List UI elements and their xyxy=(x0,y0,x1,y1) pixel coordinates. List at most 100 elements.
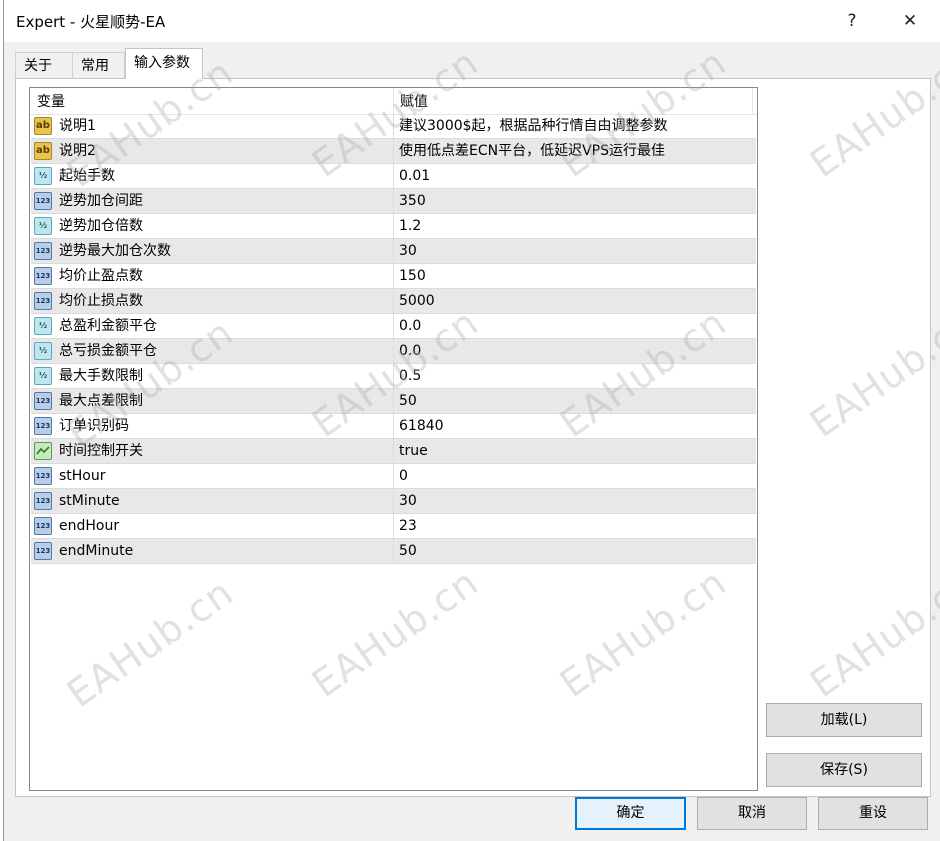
parameter-name: 说明2 xyxy=(59,143,96,159)
column-divider xyxy=(393,289,394,314)
column-divider xyxy=(393,439,394,464)
parameter-name: 总盈利金额平仓 xyxy=(59,318,157,334)
expert-dialog: Expert - 火星顺势-EA ? ✕ 关于 常用 输入参数 变量 赋值 ab… xyxy=(3,0,940,841)
parameter-value[interactable]: 0.0 xyxy=(399,339,421,364)
table-row[interactable]: ab 说明1 建议3000$起，根据品种行情自由调整参数 xyxy=(31,114,756,139)
tab-inputs[interactable]: 输入参数 xyxy=(125,48,203,79)
parameter-name: 说明1 xyxy=(59,118,96,134)
table-row[interactable]: 123 endHour 23 xyxy=(31,514,756,539)
parameter-value[interactable]: 0 xyxy=(399,464,408,489)
column-divider xyxy=(393,239,394,264)
column-divider xyxy=(393,464,394,489)
parameter-value[interactable]: 50 xyxy=(399,389,417,414)
table-row[interactable]: 123 endMinute 50 xyxy=(31,539,756,564)
parameter-name: 最大点差限制 xyxy=(59,393,143,409)
help-icon[interactable]: ? xyxy=(834,6,870,36)
parameter-value[interactable]: 0.01 xyxy=(399,164,430,189)
column-divider xyxy=(393,189,394,214)
parameter-value[interactable]: 50 xyxy=(399,539,417,564)
table-row[interactable]: 123 stMinute 30 xyxy=(31,489,756,514)
integer-icon: 123 xyxy=(34,267,52,285)
integer-icon: 123 xyxy=(34,192,52,210)
table-row[interactable]: 123 逆势最大加仓次数 30 xyxy=(31,239,756,264)
table-row[interactable]: ½ 最大手数限制 0.5 xyxy=(31,364,756,389)
parameter-value[interactable]: 建议3000$起，根据品种行情自由调整参数 xyxy=(399,114,668,139)
parameter-name: 逆势加仓间距 xyxy=(59,193,143,209)
parameter-value[interactable]: 150 xyxy=(399,264,426,289)
window-title: Expert - 火星顺势-EA xyxy=(16,13,166,31)
table-row[interactable]: ½ 起始手数 0.01 xyxy=(31,164,756,189)
header-value[interactable]: 赋值 xyxy=(393,88,428,114)
column-divider xyxy=(393,339,394,364)
table-row[interactable]: 123 最大点差限制 50 xyxy=(31,389,756,414)
parameter-name: endHour xyxy=(59,518,120,534)
title-bar: Expert - 火星顺势-EA ? ✕ xyxy=(4,0,940,42)
string-icon: ab xyxy=(34,142,52,160)
save-button[interactable]: 保存(S) xyxy=(766,753,922,787)
parameter-name: 均价止损点数 xyxy=(59,293,143,309)
header-variable[interactable]: 变量 xyxy=(30,88,65,114)
cancel-button[interactable]: 取消 xyxy=(697,797,807,830)
column-divider xyxy=(393,114,394,139)
table-row[interactable]: 123 均价止盈点数 150 xyxy=(31,264,756,289)
parameter-name: 起始手数 xyxy=(59,168,115,184)
tab-about[interactable]: 关于 xyxy=(15,52,73,78)
string-icon: ab xyxy=(34,117,52,135)
ok-button[interactable]: 确定 xyxy=(575,797,686,830)
parameters-table[interactable]: 变量 赋值 ab 说明1 建议3000$起，根据品种行情自由调整参数 ab 说明2 使用低… xyxy=(29,87,758,791)
parameter-value[interactable]: 30 xyxy=(399,489,417,514)
integer-icon: 123 xyxy=(34,392,52,410)
parameter-name: stMinute xyxy=(59,493,120,509)
parameter-name: 逆势加仓倍数 xyxy=(59,218,143,234)
integer-icon: 123 xyxy=(34,492,52,510)
column-divider xyxy=(393,539,394,564)
table-row[interactable]: 时间控制开关 true xyxy=(31,439,756,464)
integer-icon: 123 xyxy=(34,292,52,310)
column-divider xyxy=(393,164,394,189)
parameter-value[interactable]: 1.2 xyxy=(399,214,421,239)
tab-common[interactable]: 常用 xyxy=(72,52,125,78)
double-icon: ½ xyxy=(34,167,52,185)
parameter-value[interactable]: 0.5 xyxy=(399,364,421,389)
reset-button[interactable]: 重设 xyxy=(818,797,928,830)
column-divider xyxy=(393,214,394,239)
close-icon[interactable]: ✕ xyxy=(892,6,928,36)
column-divider xyxy=(393,414,394,439)
double-icon: ½ xyxy=(34,342,52,360)
parameter-name: 订单识别码 xyxy=(59,418,129,434)
column-divider xyxy=(393,264,394,289)
table-row[interactable]: ½ 总盈利金额平仓 0.0 xyxy=(31,314,756,339)
table-row[interactable]: ½ 总亏损金额平仓 0.0 xyxy=(31,339,756,364)
parameter-value[interactable]: 5000 xyxy=(399,289,435,314)
parameter-value[interactable]: true xyxy=(399,439,428,464)
load-button[interactable]: 加载(L) xyxy=(766,703,922,737)
parameter-name: 逆势最大加仓次数 xyxy=(59,243,171,259)
table-row[interactable]: 123 订单识别码 61840 xyxy=(31,414,756,439)
table-row[interactable]: ½ 逆势加仓倍数 1.2 xyxy=(31,214,756,239)
column-divider xyxy=(393,314,394,339)
parameter-value[interactable]: 61840 xyxy=(399,414,444,439)
header-divider[interactable] xyxy=(752,88,753,114)
parameter-name: 总亏损金额平仓 xyxy=(59,343,157,359)
table-header: 变量 赋值 xyxy=(30,88,757,115)
table-row[interactable]: 123 逆势加仓间距 350 xyxy=(31,189,756,214)
integer-icon: 123 xyxy=(34,242,52,260)
parameter-value[interactable]: 30 xyxy=(399,239,417,264)
column-divider xyxy=(393,139,394,164)
integer-icon: 123 xyxy=(34,542,52,560)
parameter-value[interactable]: 350 xyxy=(399,189,426,214)
table-row[interactable]: ab 说明2 使用低点差ECN平台，低延迟VPS运行最佳 xyxy=(31,139,756,164)
integer-icon: 123 xyxy=(34,467,52,485)
parameter-value[interactable]: 使用低点差ECN平台，低延迟VPS运行最佳 xyxy=(399,139,665,164)
table-row[interactable]: 123 stHour 0 xyxy=(31,464,756,489)
parameter-name: 时间控制开关 xyxy=(59,443,143,459)
parameter-name: stHour xyxy=(59,468,106,484)
column-divider xyxy=(393,514,394,539)
parameter-value[interactable]: 0.0 xyxy=(399,314,421,339)
boolean-icon xyxy=(34,442,52,460)
double-icon: ½ xyxy=(34,217,52,235)
table-row[interactable]: 123 均价止损点数 5000 xyxy=(31,289,756,314)
parameter-value[interactable]: 23 xyxy=(399,514,417,539)
column-divider xyxy=(393,389,394,414)
integer-icon: 123 xyxy=(34,417,52,435)
